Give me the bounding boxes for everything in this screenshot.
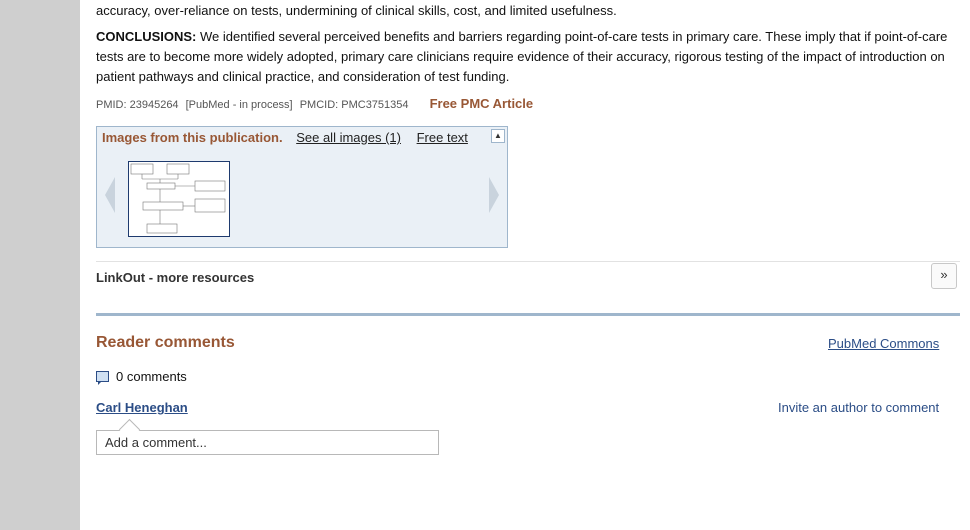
invite-author-link[interactable]: Invite an author to comment xyxy=(778,400,939,415)
section-divider xyxy=(96,261,960,262)
pmcid: PMCID: PMC3751354 xyxy=(299,99,409,111)
images-panel: Images from this publication. See all im… xyxy=(96,126,508,248)
left-gutter xyxy=(0,0,80,530)
conclusions-label: CONCLUSIONS: xyxy=(96,29,197,44)
images-panel-header: Images from this publication. See all im… xyxy=(102,130,476,145)
collapse-panel-button[interactable]: ▲ xyxy=(491,129,505,143)
expand-chevron-icon[interactable]: » xyxy=(931,263,957,289)
comments-divider xyxy=(96,313,960,316)
publication-image-thumbnail[interactable] xyxy=(128,161,230,237)
free-text-link[interactable]: Free text xyxy=(417,130,468,145)
abstract-results-text: accuracy, over-reliance on tests, underm… xyxy=(96,3,617,18)
conclusions-text: We identified several perceived benefits… xyxy=(96,29,948,84)
comment-bubble-icon xyxy=(96,371,109,385)
author-link[interactable]: Carl Heneghan xyxy=(96,400,188,415)
next-image-arrow-icon[interactable] xyxy=(489,177,499,213)
comments-count: 0 comments xyxy=(96,369,187,385)
see-all-images-link[interactable]: See all images (1) xyxy=(296,130,401,145)
add-comment-input[interactable]: Add a comment... xyxy=(96,430,439,455)
linkout-section-title[interactable]: LinkOut - more resources xyxy=(96,270,254,285)
abstract-conclusions: CONCLUSIONS: We identified several perce… xyxy=(96,27,956,87)
pubmed-status: [PubMed - in process] xyxy=(185,99,293,111)
previous-image-arrow-icon[interactable] xyxy=(105,177,115,213)
images-panel-title: Images from this publication. xyxy=(102,130,283,145)
reader-comments-title: Reader comments xyxy=(96,334,235,351)
pubmed-commons-link[interactable]: PubMed Commons xyxy=(828,336,939,351)
flowchart-thumbnail-graphic xyxy=(130,163,226,234)
free-pmc-article-link[interactable]: Free PMC Article xyxy=(430,96,534,111)
identifiers-line: PMID: 23945264 [PubMed - in process] PMC… xyxy=(96,96,537,112)
comments-count-text: 0 comments xyxy=(116,369,187,384)
pmid: PMID: 23945264 xyxy=(96,99,179,111)
